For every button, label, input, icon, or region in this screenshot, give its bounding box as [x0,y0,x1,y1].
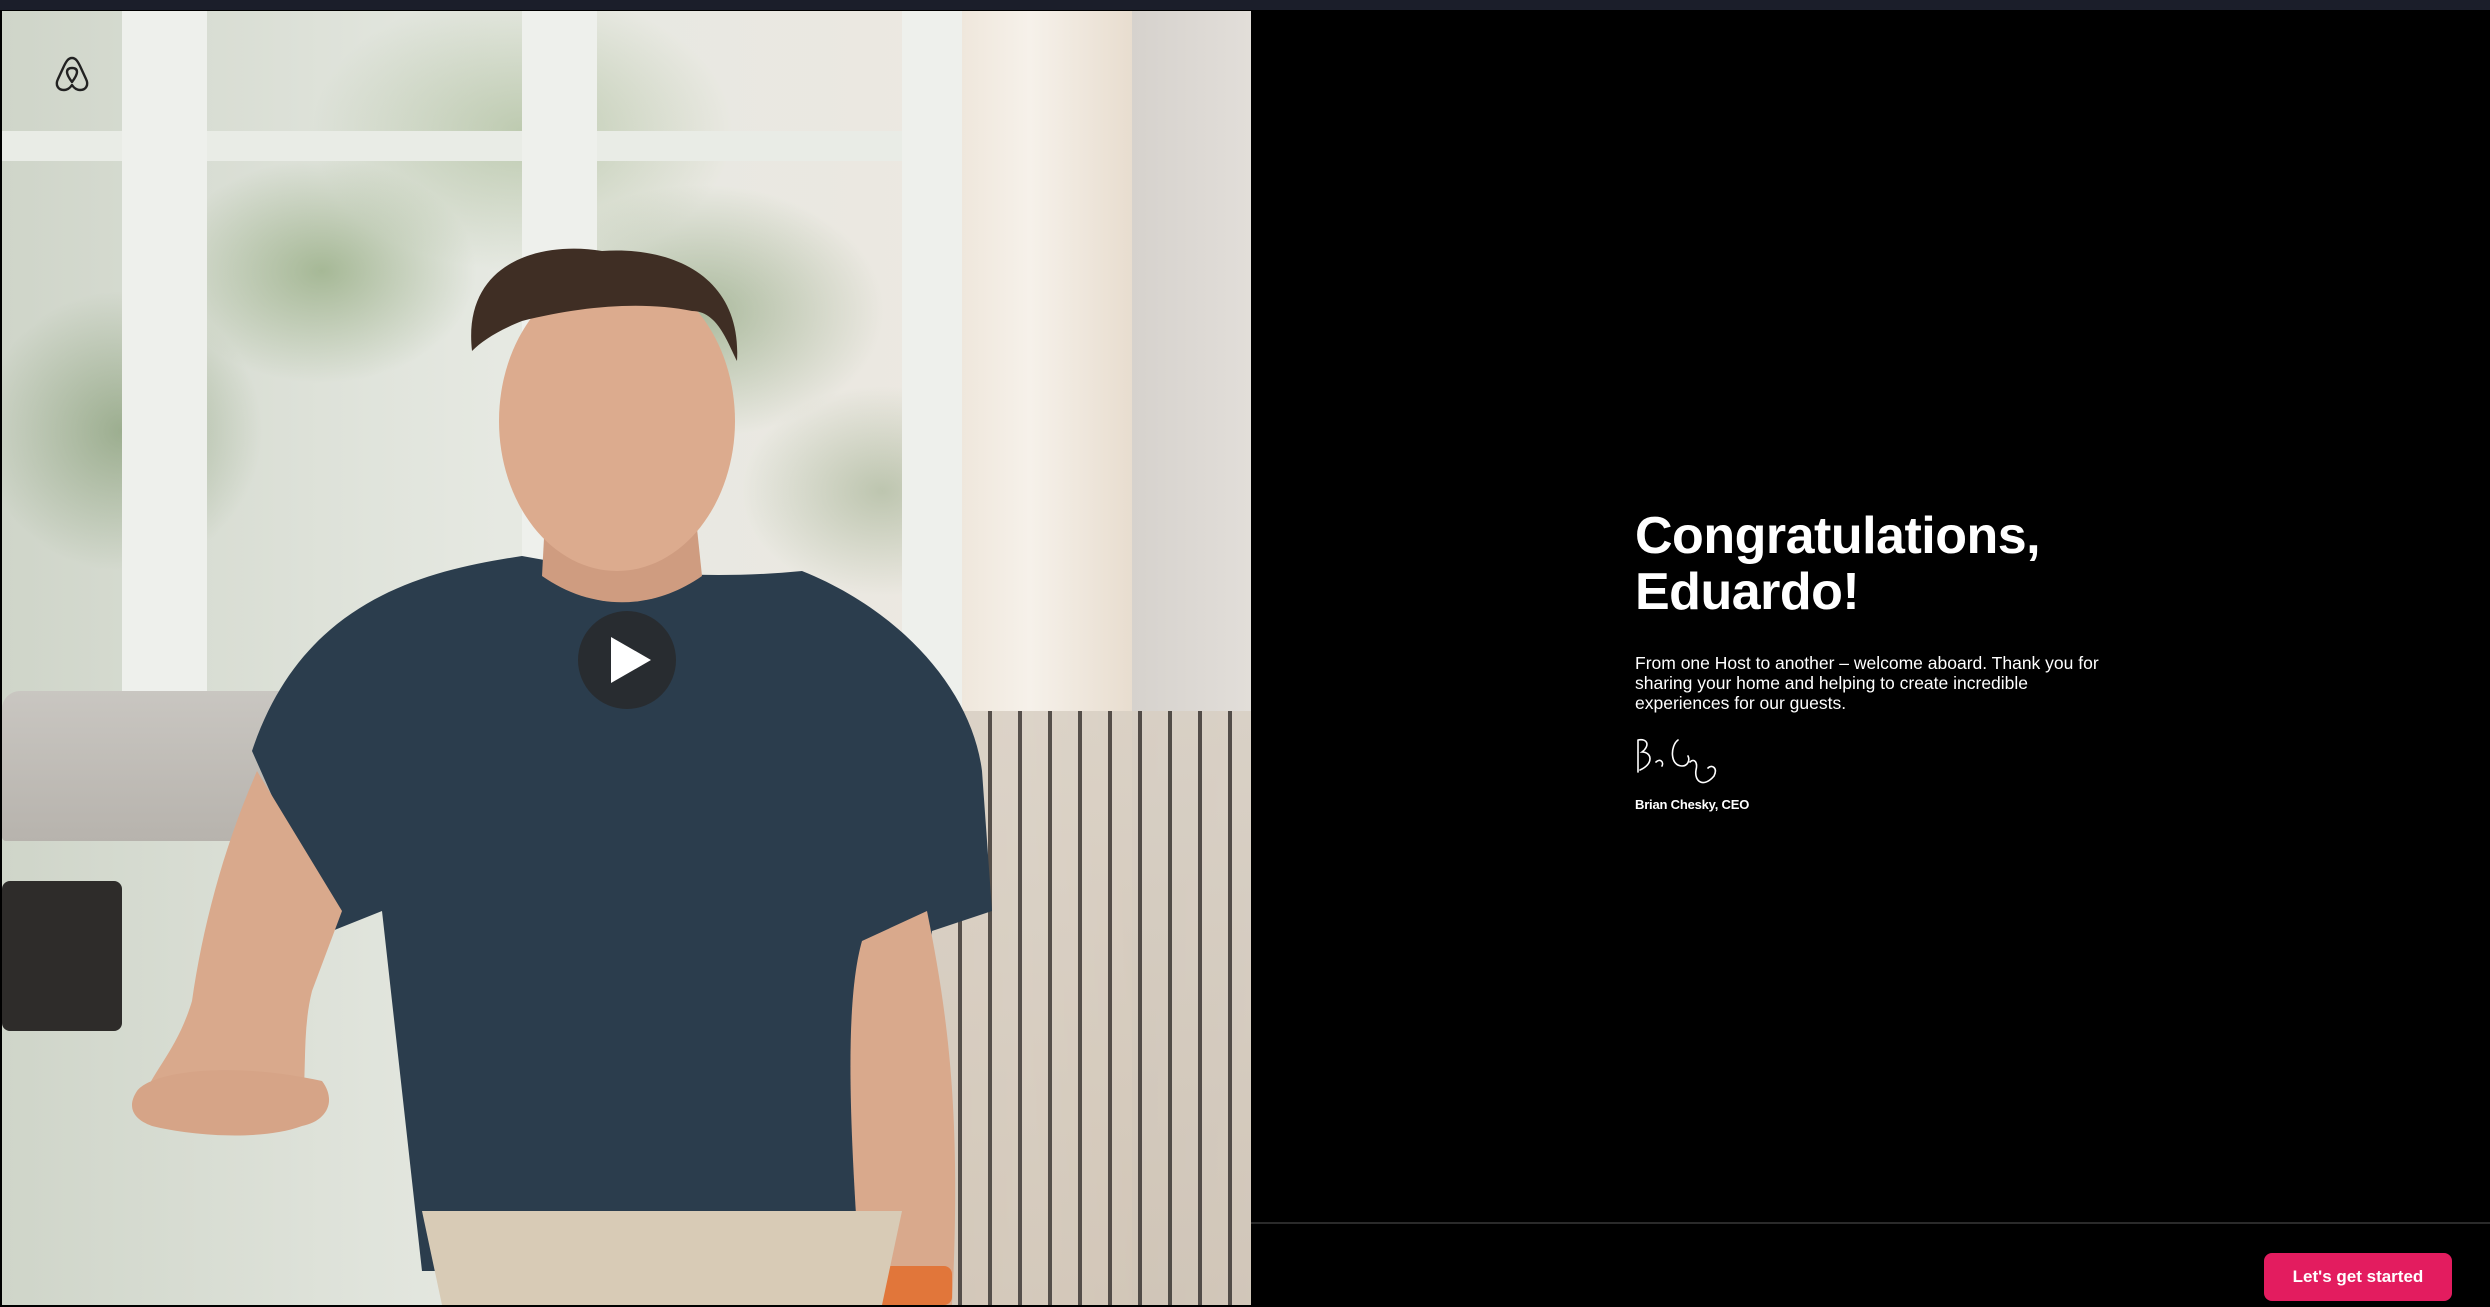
handwritten-signature [1637,738,1717,784]
welcome-headline: Congratulations, Eduardo! [1635,507,2041,621]
get-started-button[interactable]: Let's get started [2264,1253,2452,1301]
play-button[interactable] [578,611,676,709]
welcome-message: From one Host to another – welcome aboar… [1635,653,2099,713]
welcome-content: Congratulations, Eduardo! From one Host … [1251,10,2490,1222]
welcome-screen: Congratulations, Eduardo! From one Host … [0,10,2490,1307]
window-top-bar [0,0,2490,10]
airbnb-logo-icon[interactable] [54,55,90,93]
signer-name: Brian Chesky, CEO [1635,797,1750,812]
footer-bar: Let's get started [1251,1222,2490,1307]
play-icon [611,637,651,683]
welcome-video[interactable] [2,11,1251,1305]
